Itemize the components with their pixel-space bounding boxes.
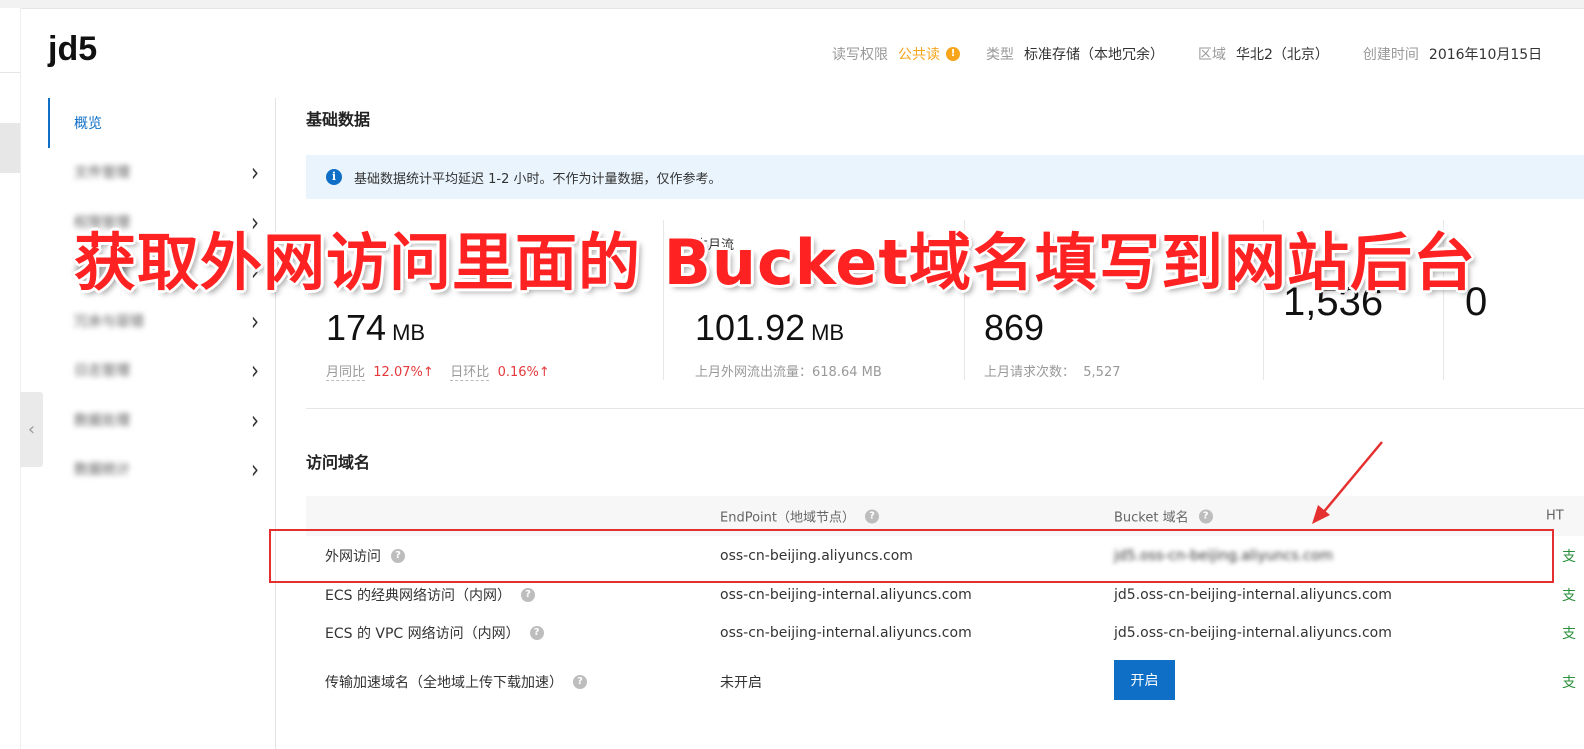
- row-endpoint: oss-cn-beijing-internal.aliyuncs.com: [720, 587, 972, 603]
- help-icon[interactable]: ?: [1198, 509, 1213, 523]
- collapse-sidebar-button[interactable]: ‹: [20, 392, 43, 467]
- sidebar-item-label: 冗余与容错: [74, 313, 144, 330]
- notice-text: 基础数据统计平均延迟 1-2 小时。不作为计量数据，仅作参考。: [354, 171, 722, 187]
- row-endpoint: 未开启: [720, 675, 762, 691]
- row-name: ECS 的 VPC 网络访问（内网）?: [325, 623, 544, 643]
- highlight-box: [269, 529, 1554, 583]
- rail-selected-marker: [0, 123, 20, 173]
- type-value: 标准存储（本地冗余）: [1024, 47, 1164, 63]
- created-value: 2016年10月15日: [1428, 47, 1543, 63]
- warning-icon[interactable]: !: [946, 47, 960, 61]
- domains-title: 访问域名: [306, 453, 371, 472]
- row-endpoint: oss-cn-beijing-internal.aliyuncs.com: [720, 625, 972, 641]
- perm-value: 公共读: [898, 47, 940, 63]
- rail-divider: [0, 72, 20, 73]
- chevron-left-icon: ‹: [27, 419, 36, 440]
- bucket-domain-header: Bucket 域名?: [1114, 507, 1213, 526]
- type-label: 类型: [986, 47, 1014, 63]
- help-icon[interactable]: ?: [864, 509, 879, 523]
- row-https: 支: [1562, 675, 1576, 691]
- console-left-rail: [0, 8, 21, 749]
- https-header: HT: [1546, 508, 1564, 524]
- help-icon[interactable]: ?: [573, 675, 587, 689]
- info-notice: i 基础数据统计平均延迟 1-2 小时。不作为计量数据，仅作参考。: [306, 155, 1584, 199]
- chevron-right-icon: ›: [251, 156, 259, 188]
- sidebar-item-data-processing[interactable]: 数据处理 ›: [48, 395, 275, 445]
- created-label: 创建时间: [1362, 47, 1419, 63]
- stat-value: 174 MB: [326, 307, 426, 348]
- bucket-meta: 读写权限 公共读 ! 类型 标准存储（本地冗余） 区域 华北2（北京） 创建时间…: [832, 44, 1576, 64]
- help-icon[interactable]: ?: [529, 626, 544, 640]
- region-label: 区域: [1198, 47, 1226, 63]
- row-name: ECS 的经典网络访问（内网）?: [325, 585, 535, 605]
- perm-label: 读写权限: [832, 47, 888, 63]
- browser-top-strip: [0, 0, 1584, 9]
- enable-acceleration-button[interactable]: 开启: [1114, 660, 1175, 700]
- annotation-title: 获取外网访问里面的 Bucket域名填写到网站后台: [74, 226, 1476, 299]
- table-row: ECS 的 VPC 网络访问（内网）? oss-cn-beijing-inter…: [306, 614, 1584, 652]
- endpoint-header: EndPoint（地域节点）?: [720, 507, 879, 526]
- sidebar-item-logs[interactable]: 日志管理 ›: [48, 346, 275, 396]
- sidebar-item-label: 文件管理: [74, 165, 130, 182]
- stat-compare: 上月请求次数： 5,527: [984, 365, 1121, 380]
- sidebar-item-redundancy[interactable]: 冗余与容错 ›: [48, 296, 275, 346]
- stat-value: 101.92 MB: [695, 307, 845, 348]
- row-name: 传输加速域名（全地域上传下载加速）?: [325, 672, 587, 692]
- sidebar-item-label: 概览: [74, 115, 102, 132]
- sidebar-item-files[interactable]: 文件管理 ›: [48, 148, 275, 198]
- sidebar-item-overview[interactable]: 概览: [48, 98, 275, 148]
- row-https: 支: [1562, 549, 1576, 565]
- region-value: 华北2（北京）: [1236, 47, 1329, 63]
- stat-compare: 月同比 12.07%↑ 日环比 0.16%↑: [326, 365, 550, 381]
- row-bucket-domain: jd5.oss-cn-beijing-internal.aliyuncs.com: [1114, 625, 1392, 641]
- sidebar-item-label: 数据统计: [74, 462, 130, 479]
- chevron-right-icon: ›: [251, 404, 259, 436]
- help-icon[interactable]: ?: [520, 588, 535, 602]
- table-row: 传输加速域名（全地域上传下载加速）? 未开启 开启 支: [306, 660, 1584, 701]
- chevron-right-icon: ›: [251, 305, 259, 337]
- info-icon: i: [326, 169, 342, 185]
- row-bucket-domain: jd5.oss-cn-beijing-internal.aliyuncs.com: [1114, 587, 1392, 603]
- sidebar-item-statistics[interactable]: 数据统计 ›: [48, 445, 275, 495]
- chevron-right-icon: ›: [251, 453, 259, 485]
- row-https: 支: [1562, 626, 1576, 642]
- sidebar-item-label: 数据处理: [74, 412, 130, 429]
- basic-data-title: 基础数据: [306, 110, 371, 129]
- bucket-sidebar: 概览 文件管理 › 权限管理 › 基础设置 › 冗余与容错 › 日志管理 › 数…: [48, 98, 276, 749]
- bucket-name: jd5: [48, 30, 98, 68]
- sidebar-item-label: 日志管理: [74, 363, 130, 380]
- stat-compare: 上月外网流出流量：618.64 MB: [695, 365, 882, 380]
- section-divider: [306, 408, 1584, 409]
- chevron-right-icon: ›: [251, 354, 259, 386]
- row-https: 支: [1562, 588, 1576, 604]
- stat-value: 869: [984, 307, 1045, 348]
